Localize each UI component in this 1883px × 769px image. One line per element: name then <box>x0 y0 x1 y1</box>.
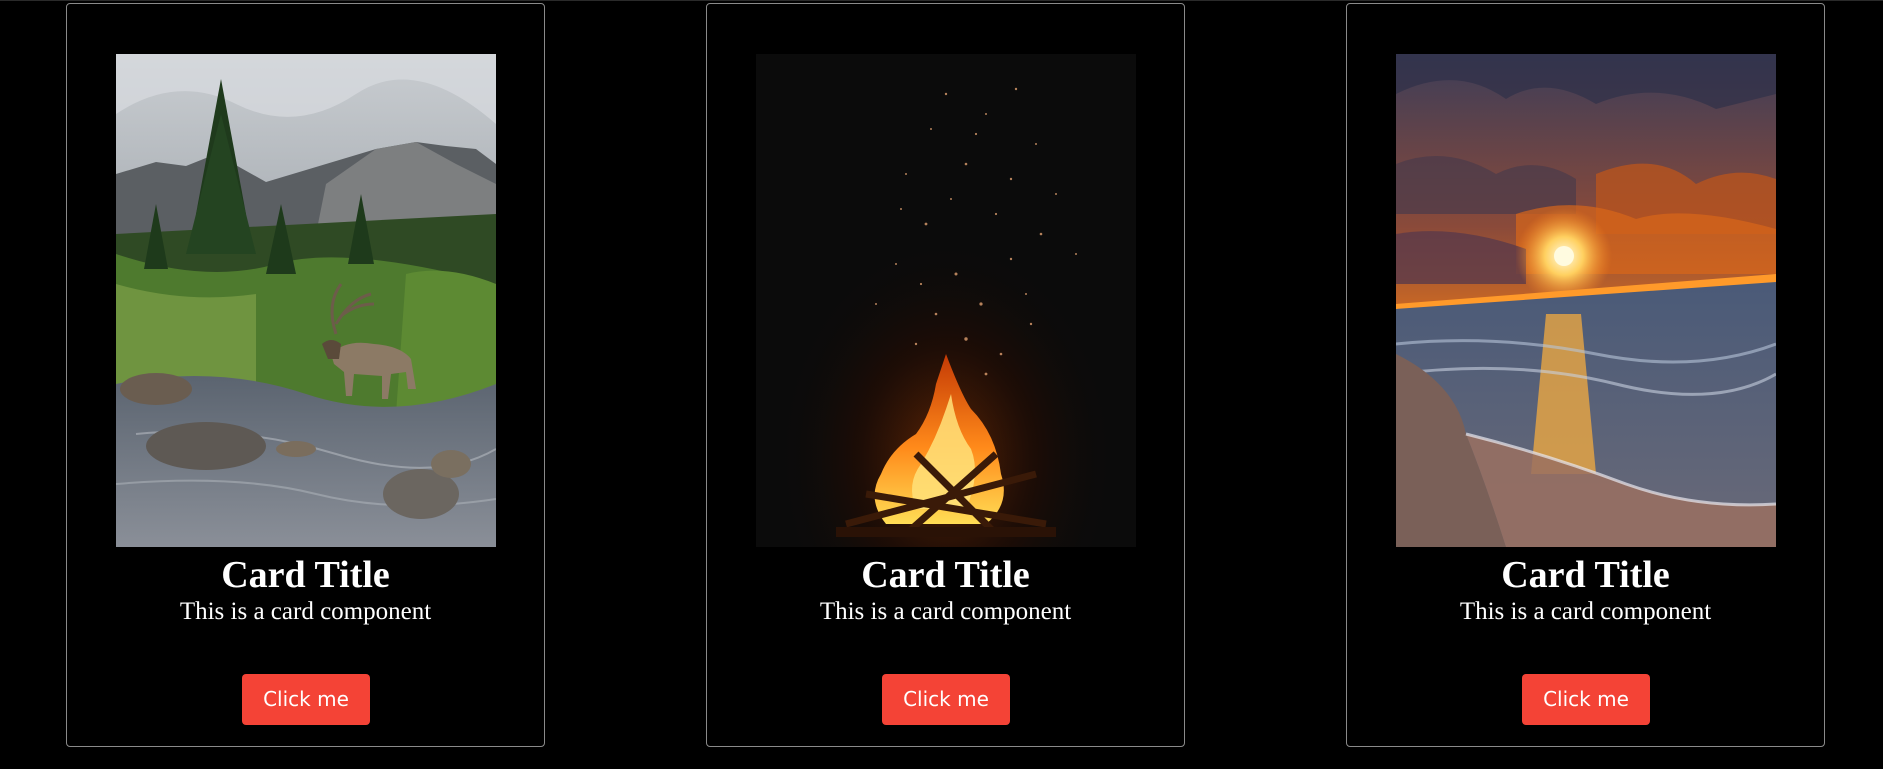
card-description: This is a card component <box>1459 598 1712 625</box>
card: Card Title This is a card component Clic… <box>1346 3 1825 747</box>
campfire-picture <box>756 54 1136 547</box>
elk-stream-picture <box>116 54 496 547</box>
click-me-button[interactable]: Click me <box>242 674 370 725</box>
card-image-elk <box>116 54 496 547</box>
card: Card Title This is a card component Clic… <box>66 3 545 747</box>
card: Card Title This is a card component Clic… <box>706 3 1185 747</box>
card-title: Card Title <box>861 554 1030 596</box>
card-description: This is a card component <box>819 598 1072 625</box>
card-title: Card Title <box>221 554 390 596</box>
click-me-button[interactable]: Click me <box>882 674 1010 725</box>
card-title: Card Title <box>1501 554 1670 596</box>
card-image-sunset-beach <box>1396 54 1776 547</box>
card-description: This is a card component <box>179 598 432 625</box>
sunset-beach-picture <box>1396 54 1776 547</box>
card-image-campfire <box>756 54 1136 547</box>
click-me-button[interactable]: Click me <box>1522 674 1650 725</box>
card-gallery: Card Title This is a card component Clic… <box>0 0 1883 769</box>
